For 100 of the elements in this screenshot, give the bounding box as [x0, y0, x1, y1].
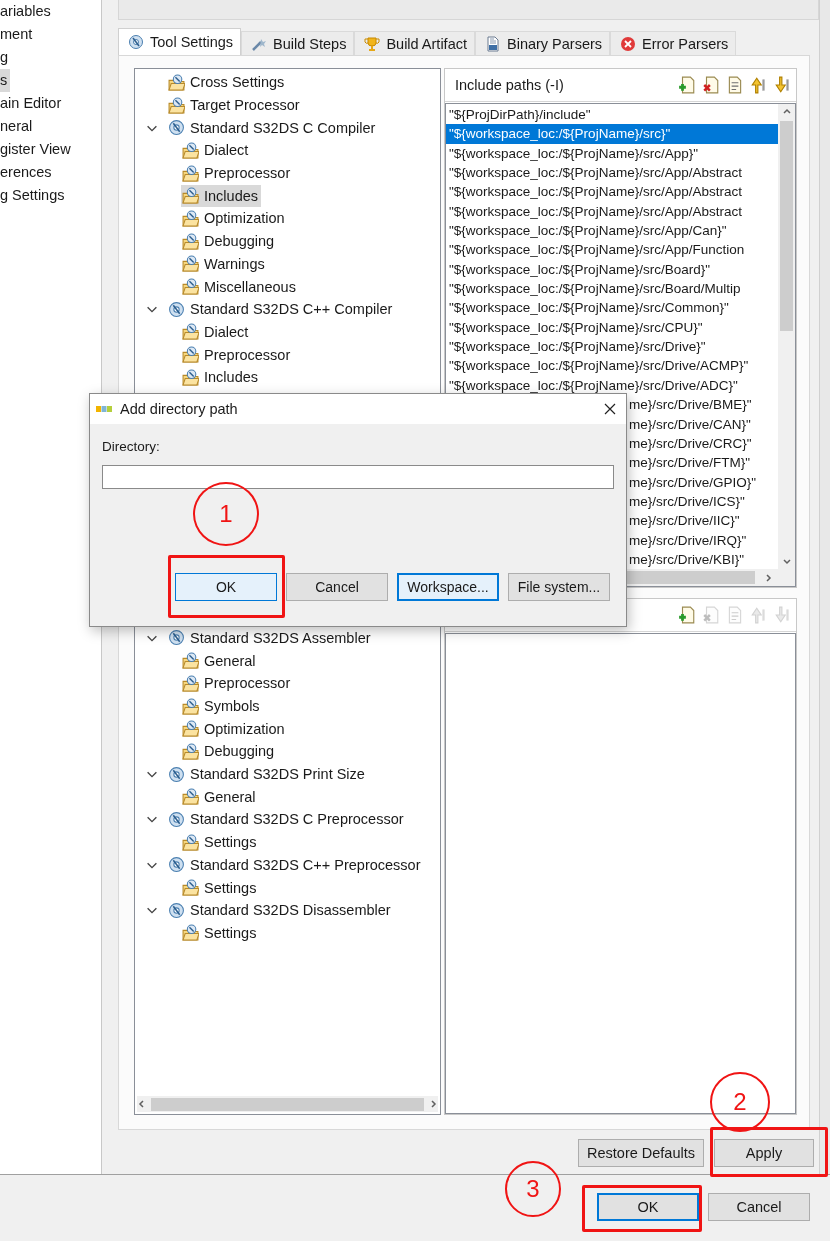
- edit-icon[interactable]: [726, 76, 744, 94]
- list-item[interactable]: "${workspace_loc:/${ProjName}/src/App/Abstract: [446, 182, 778, 202]
- gear-icon: [128, 34, 144, 50]
- directory-field[interactable]: [102, 465, 614, 489]
- button[interactable]: Restore Defaults: [578, 1139, 704, 1167]
- folder-gear-icon: [168, 73, 185, 91]
- list-item[interactable]: "${workspace_loc:/${ProjName}/src/App/Can}": [446, 221, 778, 241]
- tree-item[interactable]: Preprocessor: [181, 672, 294, 695]
- tree-item[interactable]: Symbols: [181, 695, 263, 718]
- tree-item[interactable]: Cross Settings: [167, 71, 288, 94]
- tree-item[interactable]: General: [181, 649, 259, 672]
- sidebar-item[interactable]: ain Editor: [0, 92, 65, 115]
- tree-item[interactable]: Standard S32DS Print Size: [167, 763, 368, 786]
- list-item[interactable]: "${workspace_loc:/${ProjName}/src/Common}": [446, 298, 778, 318]
- tree-item[interactable]: Includes: [181, 184, 261, 207]
- tree-item[interactable]: Standard S32DS Disassembler: [167, 899, 394, 922]
- sidebar-item[interactable]: s: [0, 69, 11, 92]
- folder-gear-icon: [182, 323, 199, 341]
- folder-gear-icon: [182, 232, 199, 250]
- tab[interactable]: Error Parsers: [610, 31, 737, 55]
- folder-gear-icon: [182, 879, 199, 897]
- tree-item[interactable]: Settings: [181, 876, 260, 899]
- tree-item[interactable]: Standard S32DS C++ Preprocessor: [167, 853, 424, 876]
- folder-gear-icon: [182, 164, 199, 182]
- tree-item[interactable]: General: [181, 785, 259, 808]
- close-icon[interactable]: [604, 403, 616, 415]
- list-item[interactable]: "${ProjDirPath}/include": [446, 105, 778, 125]
- tree-item[interactable]: Warnings: [181, 252, 268, 275]
- button[interactable]: Cancel: [708, 1193, 810, 1221]
- folder-gear-icon: [182, 368, 199, 386]
- tree-item[interactable]: Dialect: [181, 320, 252, 343]
- tree-item[interactable]: Standard S32DS Assembler: [167, 626, 374, 649]
- tab[interactable]: Binary Parsers: [475, 31, 611, 55]
- folder-gear-icon: [168, 96, 185, 114]
- gear-icon: [168, 901, 185, 919]
- folder-gear-icon: [182, 697, 199, 715]
- sidebar-item[interactable]: g: [0, 46, 12, 69]
- folder-gear-icon: [182, 187, 199, 205]
- tree-item[interactable]: Debugging: [181, 230, 278, 253]
- folder-gear-icon: [182, 278, 199, 296]
- tree-item[interactable]: Settings: [181, 921, 260, 944]
- sidebar-item[interactable]: ariables: [0, 0, 54, 23]
- tree-item[interactable]: Preprocessor: [181, 162, 294, 185]
- sidebar-item[interactable]: ment: [0, 23, 36, 46]
- sidebar-item[interactable]: gister View: [0, 138, 74, 161]
- folder-gear-icon: [182, 652, 199, 670]
- tree-item[interactable]: Settings: [181, 831, 260, 854]
- list-item[interactable]: "${workspace_loc:/${ProjName}/src/Drive/ADC}": [446, 375, 778, 396]
- button[interactable]: File system...: [508, 573, 610, 601]
- sidebar-item[interactable]: erences: [0, 161, 55, 184]
- tree-item[interactable]: Optimization: [181, 717, 288, 740]
- list-item[interactable]: "${workspace_loc:/${ProjName}/src/App}": [446, 143, 778, 164]
- tree-item[interactable]: Debugging: [181, 740, 278, 763]
- list-item[interactable]: "${workspace_loc:/${ProjName}/src/Drive/ACMP}": [446, 356, 778, 376]
- list-item[interactable]: "${workspace_loc:/${ProjName}/src/App/Abstract: [446, 201, 778, 222]
- vertical-scrollbar[interactable]: [819, 0, 830, 1174]
- sidebar-item[interactable]: neral: [0, 115, 36, 138]
- list-item[interactable]: "${workspace_loc:/${ProjName}/src/App/Function: [446, 240, 778, 260]
- tab[interactable]: Build Steps: [241, 31, 355, 55]
- tree-item[interactable]: Preprocessor: [181, 343, 294, 366]
- folder-gear-icon: [182, 788, 199, 806]
- add-icon[interactable]: [678, 606, 696, 624]
- list-item[interactable]: "${workspace_loc:/${ProjName}/src/Board/Multip: [446, 279, 778, 299]
- gear-icon: [168, 629, 185, 647]
- tree-item[interactable]: Standard S32DS C++ Compiler: [167, 298, 396, 321]
- folder-gear-icon: [182, 141, 199, 159]
- gear-icon: [168, 300, 185, 318]
- tree-item[interactable]: Optimization: [181, 207, 288, 230]
- tree-item[interactable]: Target Processor: [167, 94, 303, 117]
- tree-item[interactable]: Includes: [181, 366, 261, 389]
- list-item[interactable]: "${workspace_loc:/${ProjName}/src}": [446, 124, 778, 144]
- button[interactable]: OK: [175, 573, 277, 601]
- list-item[interactable]: "${workspace_loc:/${ProjName}/src/CPU}": [446, 317, 778, 338]
- tree-item[interactable]: Miscellaneous: [181, 275, 299, 298]
- horizontal-scrollbar[interactable]: [137, 1096, 438, 1112]
- button[interactable]: Apply: [714, 1139, 814, 1167]
- list-item[interactable]: "${workspace_loc:/${ProjName}/src/Drive}": [446, 337, 778, 357]
- sidebar-item[interactable]: g Settings: [0, 184, 68, 207]
- move-up-icon[interactable]: [750, 76, 768, 94]
- tree-item[interactable]: Standard S32DS C Compiler: [167, 116, 379, 139]
- add-icon[interactable]: [678, 76, 696, 94]
- vertical-scrollbar[interactable]: [778, 104, 795, 569]
- button[interactable]: OK: [597, 1193, 699, 1221]
- button[interactable]: Cancel: [286, 573, 388, 601]
- tree-item[interactable]: Standard S32DS C Preprocessor: [167, 808, 407, 831]
- list-item[interactable]: "${workspace_loc:/${ProjName}/src/App/Abstract: [446, 163, 778, 183]
- tab[interactable]: Build Artifact: [354, 31, 475, 55]
- gear-icon: [168, 856, 185, 874]
- tab[interactable]: Tool Settings: [118, 28, 242, 55]
- folder-gear-icon: [182, 720, 199, 738]
- tree-item[interactable]: Dialect: [181, 139, 252, 162]
- trophy-icon: [364, 35, 381, 52]
- folder-gear-icon: [182, 742, 199, 760]
- delete-icon[interactable]: [702, 76, 720, 94]
- step-number: 3: [505, 1161, 561, 1217]
- folder-gear-icon: [182, 209, 199, 227]
- list-item[interactable]: "${workspace_loc:/${ProjName}/src/Board}": [446, 259, 778, 280]
- folder-gear-icon: [182, 674, 199, 692]
- move-down-icon[interactable]: [774, 76, 792, 94]
- button[interactable]: Workspace...: [397, 573, 499, 601]
